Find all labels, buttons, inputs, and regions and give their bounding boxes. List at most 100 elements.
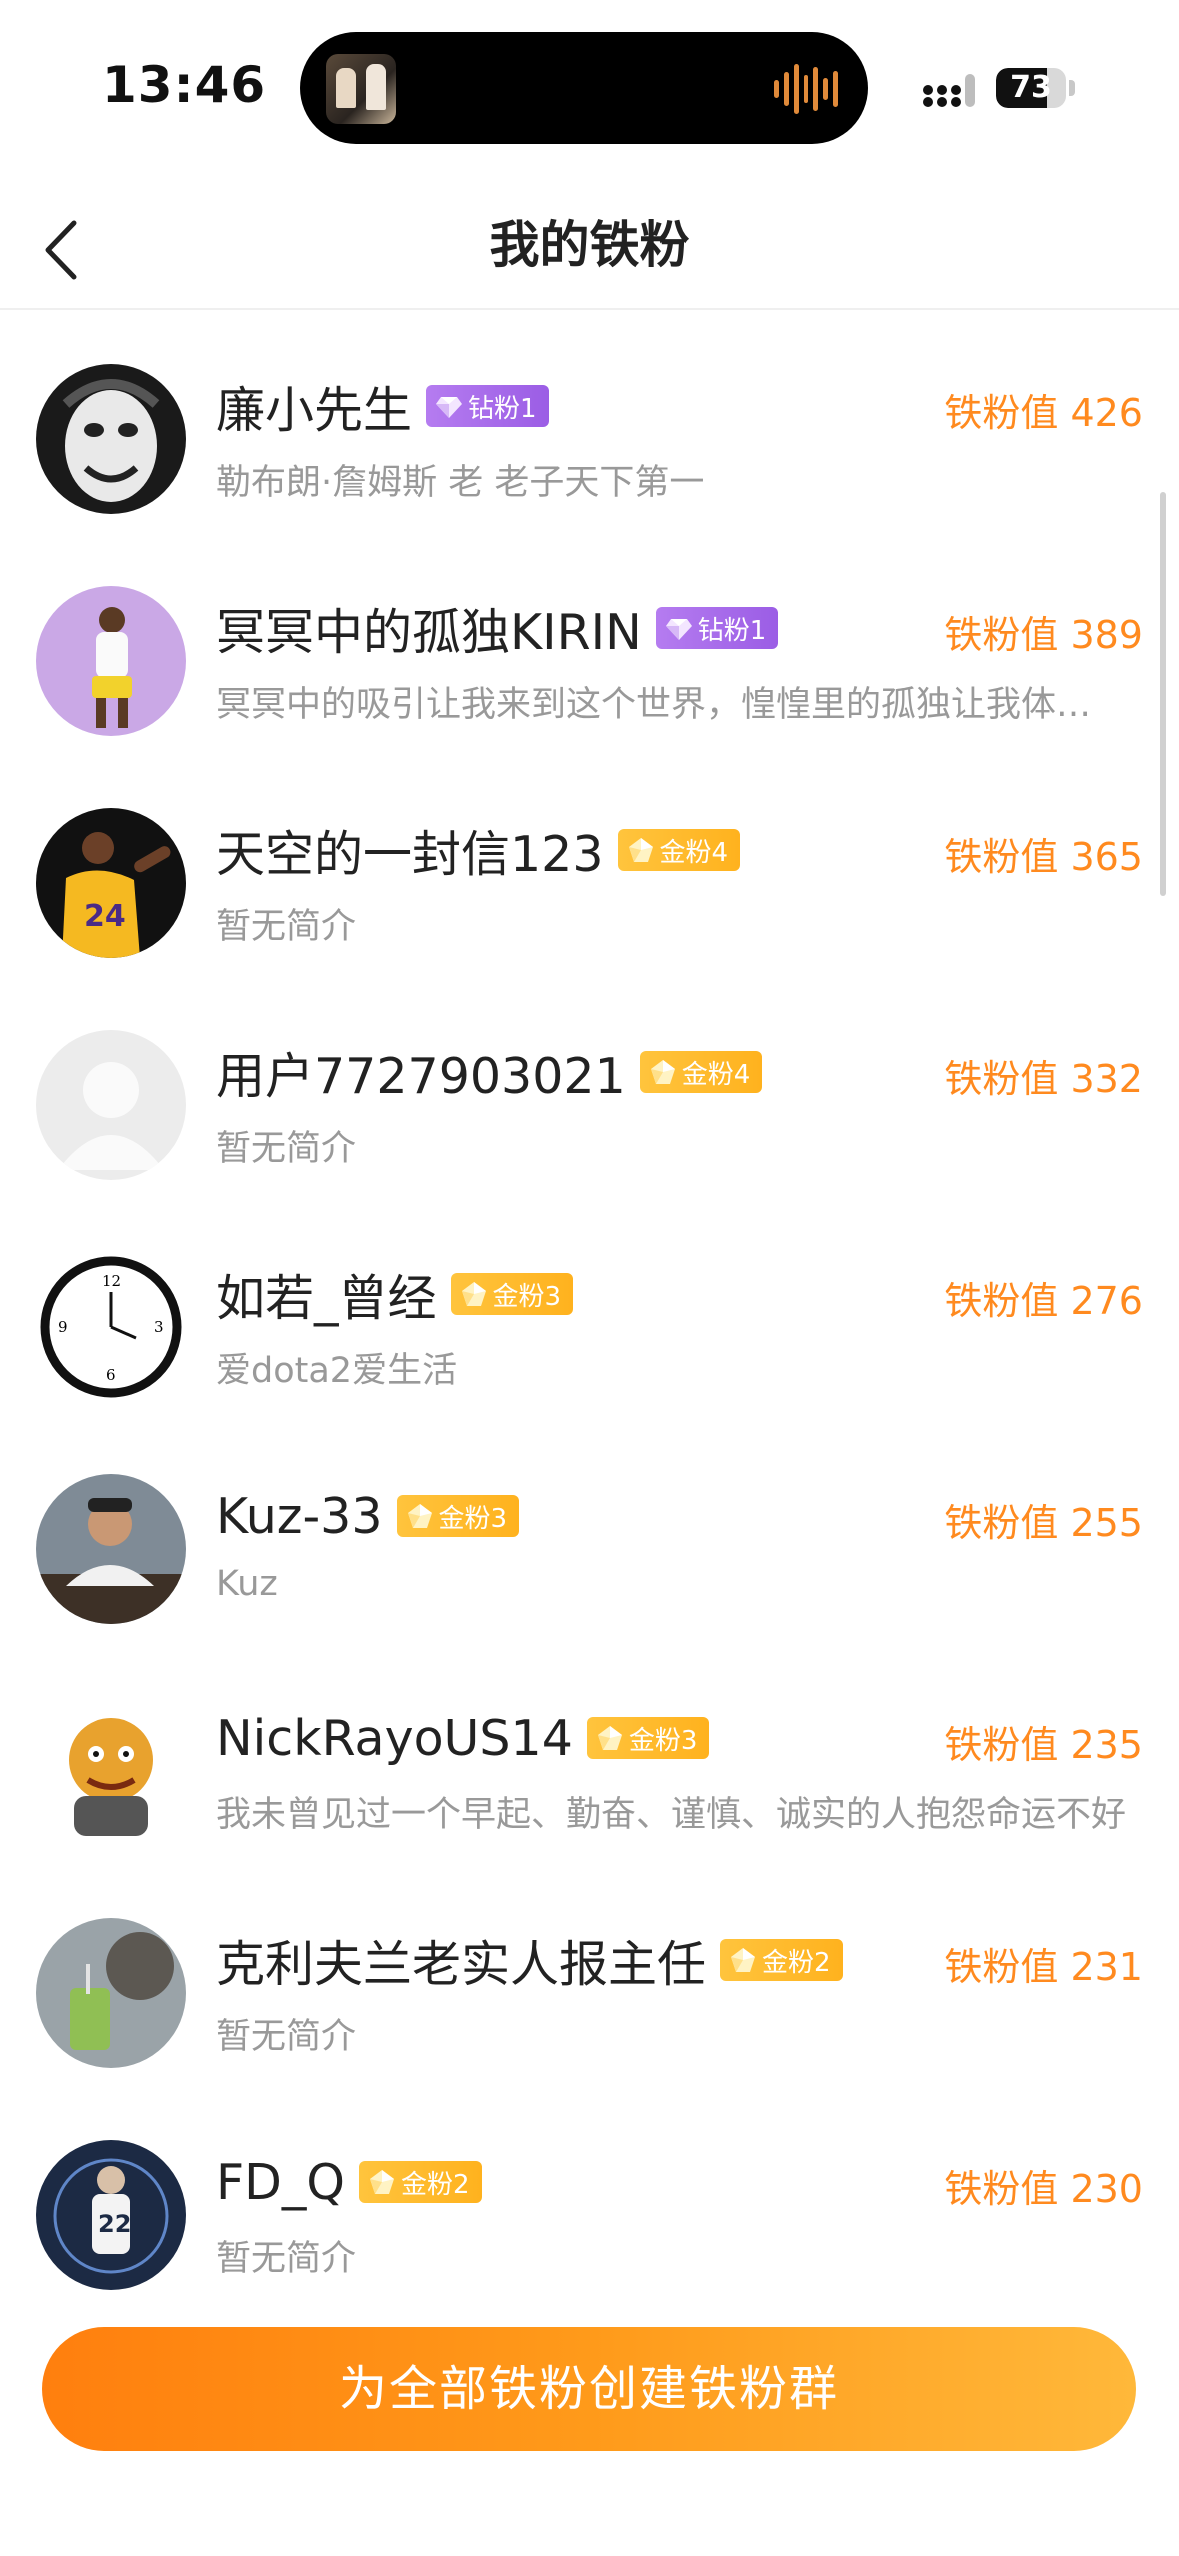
fan-value: 铁粉值 426 [944, 391, 1143, 435]
fan-list[interactable]: 廉小先生 钻粉1 铁粉值 426 勒布朗·詹姆斯 老 老子天下第一 冥冥中的孤独KIRI… [0, 312, 1179, 2297]
audio-waveform-icon [774, 62, 839, 116]
fan-row[interactable]: 克利夫兰老实人报主任 金粉2 铁粉值 231 暂无简介 [0, 1866, 1179, 2088]
avatar[interactable] [36, 1030, 186, 1180]
fan-bio: 冥冥中的吸引让我来到这个世界，惶惶里的孤独让我体验这个世界 [216, 685, 1126, 725]
fan-level-badge: 金粉3 [450, 1273, 574, 1315]
gold-gem-icon [597, 1726, 622, 1750]
fan-name-line: NickRayoUS14 金粉3 [216, 1706, 710, 1770]
battery-icon: 73 [996, 68, 1066, 108]
gold-gem-icon [628, 838, 653, 862]
fan-bio: 勒布朗·詹姆斯 老 老子天下第一 [216, 463, 705, 503]
fan-row[interactable]: 12 3 6 9 如若_曾经 金粉3 铁粉值 276 爱dota2爱生活 [0, 1200, 1179, 1422]
fan-level-label: 钻粉1 [468, 393, 537, 424]
fan-name-line: 廉小先生 钻粉1 [216, 374, 549, 439]
fan-level-badge: 钻粉1 [426, 385, 549, 427]
fan-level-badge: 钻粉1 [655, 607, 779, 649]
status-bar: 13:46 73 [0, 0, 1179, 170]
fan-name: 克利夫兰老实人报主任 [216, 1935, 707, 1993]
fan-level-badge: 金粉3 [586, 1717, 710, 1759]
gold-gem-icon [407, 1504, 432, 1528]
nav-bar: 我的铁粉 [0, 190, 1179, 310]
gold-gem-icon [650, 1060, 675, 1084]
fan-name: FD_Q [216, 2153, 345, 2211]
fan-name-line: 克利夫兰老实人报主任 金粉2 [216, 1928, 843, 1993]
fan-level-badge: 金粉2 [720, 1939, 843, 1981]
fan-name: 用户7727903021 [216, 1047, 626, 1105]
cellular-signal-icon [923, 74, 975, 107]
svg-text:9: 9 [58, 1318, 68, 1336]
status-time: 13:46 [102, 56, 267, 114]
battery-percent: 73 [1010, 70, 1052, 105]
fan-value: 铁粉值 235 [944, 1723, 1143, 1767]
fan-level-label: 金粉4 [681, 1059, 751, 1090]
fan-value: 铁粉值 332 [944, 1057, 1143, 1101]
gold-gem-icon [731, 1948, 756, 1972]
fan-level-label: 金粉3 [438, 1503, 508, 1534]
fan-name: 廉小先生 [216, 381, 413, 439]
fan-name: 冥冥中的孤独KIRIN [216, 603, 642, 661]
fan-level-label: 金粉2 [762, 1947, 831, 1978]
now-playing-thumbnail [326, 54, 396, 124]
scrollbar[interactable] [1160, 492, 1166, 896]
fan-name-line: 天空的一封信123 金粉4 [216, 818, 741, 883]
fan-value: 铁粉值 389 [944, 613, 1143, 657]
fan-row[interactable]: 用户7727903021 金粉4 铁粉值 332 暂无简介 [0, 978, 1179, 1200]
fan-name: 如若_曾经 [216, 1269, 437, 1327]
avatar[interactable] [36, 364, 186, 514]
fan-level-label: 钻粉1 [697, 615, 767, 646]
fan-bio: 爱dota2爱生活 [216, 1351, 458, 1391]
avatar[interactable] [36, 586, 186, 736]
fan-row[interactable]: Kuz-33 金粉3 铁粉值 255 Kuz [0, 1422, 1179, 1644]
fan-name-line: 冥冥中的孤独KIRIN 钻粉1 [216, 596, 779, 661]
fan-row[interactable]: 24 天空的一封信123 金粉4 铁粉值 365 暂无简介 [0, 756, 1179, 978]
avatar[interactable]: 24 [36, 808, 186, 958]
fan-name-line: 用户7727903021 金粉4 [216, 1040, 763, 1105]
svg-text:6: 6 [106, 1366, 116, 1384]
avatar[interactable] [36, 1474, 186, 1624]
back-button[interactable] [20, 210, 100, 290]
gold-gem-icon [369, 2170, 394, 2194]
svg-text:3: 3 [154, 1318, 164, 1336]
fan-level-label: 金粉3 [492, 1281, 562, 1312]
dynamic-island[interactable] [300, 32, 868, 144]
fan-bio: 暂无简介 [216, 907, 357, 947]
fan-value: 铁粉值 276 [944, 1279, 1143, 1323]
fan-row[interactable]: 廉小先生 钻粉1 铁粉值 426 勒布朗·詹姆斯 老 老子天下第一 [0, 312, 1179, 534]
fan-value: 铁粉值 255 [944, 1501, 1143, 1545]
fan-name: Kuz-33 [216, 1487, 383, 1545]
fan-value: 铁粉值 365 [944, 835, 1143, 879]
fan-level-label: 金粉2 [400, 2169, 470, 2200]
fan-name-line: 如若_曾经 金粉3 [216, 1262, 574, 1327]
fan-level-label: 金粉4 [659, 837, 729, 868]
fan-level-badge: 金粉4 [617, 829, 741, 871]
avatar[interactable] [36, 1918, 186, 2068]
fan-name: 天空的一封信123 [216, 825, 604, 883]
fan-name-line: Kuz-33 金粉3 [216, 1484, 520, 1548]
create-fan-group-button[interactable]: 为全部铁粉创建铁粉群 [42, 2327, 1136, 2451]
fan-level-badge: 金粉4 [639, 1051, 763, 1093]
fan-row[interactable]: NickRayoUS14 金粉3 铁粉值 235 我未曾见过一个早起、勤奋、谨慎、诚实… [0, 1644, 1179, 1866]
fan-row[interactable]: 冥冥中的孤独KIRIN 钻粉1 铁粉值 389 冥冥中的吸引让我来到这个世界，惶惶里的… [0, 534, 1179, 756]
fan-value: 铁粉值 231 [944, 1945, 1143, 1989]
avatar[interactable] [36, 1696, 186, 1846]
fan-row[interactable]: 22 FD_Q 金粉2 铁粉值 230 暂无简介 [0, 2088, 1179, 2297]
page-title: 我的铁粉 [489, 216, 690, 274]
fan-value: 铁粉值 230 [944, 2167, 1143, 2211]
bottom-action-area: 为全部铁粉创建铁粉群 [0, 2297, 1179, 2556]
avatar[interactable]: 12 3 6 9 [36, 1252, 186, 1402]
fan-level-badge: 金粉2 [358, 2161, 482, 2203]
battery-cap [1069, 80, 1075, 96]
fan-name: NickRayoUS14 [216, 1709, 573, 1767]
fan-bio: 暂无简介 [216, 1129, 357, 1169]
fan-bio: 暂无简介 [216, 2017, 357, 2057]
fan-bio: 暂无简介 [216, 2239, 357, 2279]
avatar[interactable]: 22 [36, 2140, 186, 2290]
svg-text:24: 24 [84, 899, 126, 934]
chevron-left-icon [45, 220, 77, 280]
diamond-icon [436, 397, 463, 418]
fan-level-badge: 金粉3 [396, 1495, 520, 1537]
fan-level-label: 金粉3 [628, 1725, 698, 1756]
fan-name-line: FD_Q 金粉2 [216, 2150, 482, 2214]
diamond-icon [665, 619, 692, 640]
fan-bio: Kuz [216, 1564, 278, 1604]
